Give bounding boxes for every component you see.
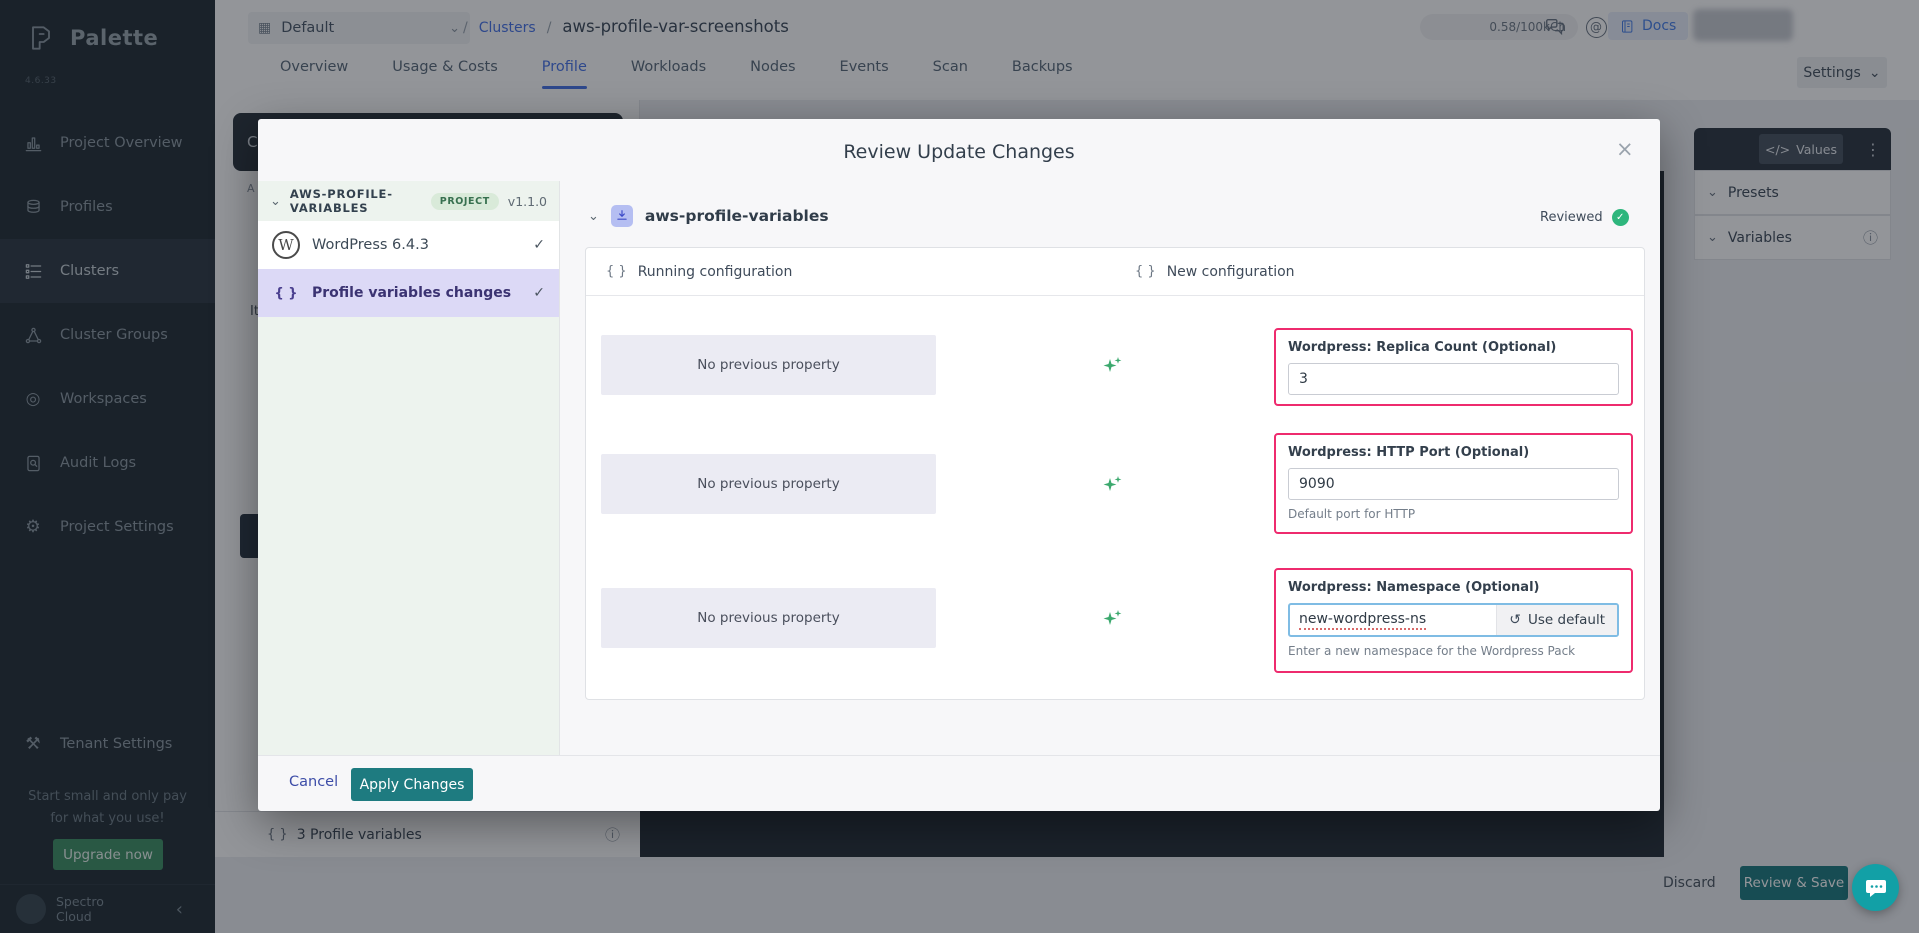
no-previous-property-box: No previous property bbox=[601, 454, 936, 514]
modal-footer-divider bbox=[258, 755, 1660, 756]
pack-section-header[interactable]: ⌄ aws-profile-variables bbox=[588, 205, 829, 227]
history-icon: ↺ bbox=[1509, 612, 1521, 628]
braces-icon: { } bbox=[606, 264, 627, 279]
chevron-down-icon: ⌄ bbox=[588, 209, 599, 224]
modal-item-profile-variables[interactable]: { } Profile variables changes ✓ bbox=[258, 269, 559, 317]
braces-icon: { } bbox=[1135, 264, 1156, 279]
review-update-changes-modal: Review Update Changes × ⌄ AWS-PROFILE-VA… bbox=[258, 119, 1660, 811]
new-configuration-column: { } New configuration bbox=[1115, 264, 1644, 280]
field-label: Wordpress: HTTP Port (Optional) bbox=[1288, 445, 1619, 460]
wordpress-logo-icon: W bbox=[272, 231, 300, 259]
new-value-sparkle-icon bbox=[1100, 354, 1124, 378]
namespace-input[interactable]: new-wordpress-ns ↺ Use default bbox=[1288, 603, 1619, 637]
field-label: Wordpress: Replica Count (Optional) bbox=[1288, 340, 1619, 355]
help-chat-fab[interactable] bbox=[1852, 864, 1899, 911]
field-group-replica-count: Wordpress: Replica Count (Optional) bbox=[1274, 328, 1633, 406]
new-configuration-label: New configuration bbox=[1167, 264, 1295, 280]
diff-columns-header: { } Running configuration { } New config… bbox=[586, 248, 1644, 296]
replica-count-input[interactable] bbox=[1288, 363, 1619, 395]
pack-name: aws-profile-variables bbox=[645, 207, 829, 225]
http-port-input[interactable] bbox=[1288, 468, 1619, 500]
no-previous-property-box: No previous property bbox=[601, 588, 936, 648]
profile-name: AWS-PROFILE-VARIABLES bbox=[290, 187, 422, 215]
field-group-http-port: Wordpress: HTTP Port (Optional) Default … bbox=[1274, 433, 1633, 534]
chevron-down-icon: ⌄ bbox=[270, 194, 281, 209]
pack-item-label: WordPress 6.4.3 bbox=[312, 237, 429, 253]
app-screen: Palette 4.6.33 Project Overview Profiles bbox=[0, 0, 1919, 933]
running-configuration-label: Running configuration bbox=[638, 264, 793, 280]
changes-item-label: Profile variables changes bbox=[312, 285, 511, 301]
check-icon: ✓ bbox=[533, 285, 545, 301]
modal-item-wordpress[interactable]: W WordPress 6.4.3 ✓ bbox=[258, 221, 559, 269]
use-default-button[interactable]: ↺ Use default bbox=[1496, 605, 1617, 635]
chat-bubble-icon bbox=[1864, 876, 1888, 900]
field-group-namespace: Wordpress: Namespace (Optional) new-word… bbox=[1274, 568, 1633, 673]
close-icon[interactable]: × bbox=[1616, 137, 1634, 161]
reviewed-label: Reviewed bbox=[1540, 210, 1603, 225]
check-icon: ✓ bbox=[533, 237, 545, 253]
apply-changes-button[interactable]: Apply Changes bbox=[351, 768, 473, 801]
field-helper-text: Enter a new namespace for the Wordpress … bbox=[1288, 644, 1619, 658]
field-helper-text: Default port for HTTP bbox=[1288, 507, 1619, 521]
namespace-input-value: new-wordpress-ns bbox=[1299, 611, 1426, 630]
no-previous-property-box: No previous property bbox=[601, 335, 936, 395]
new-value-sparkle-icon bbox=[1100, 473, 1124, 497]
new-value-sparkle-icon bbox=[1100, 607, 1124, 631]
modal-left-panel: ⌄ AWS-PROFILE-VARIABLES PROJECT v1.1.0 W… bbox=[258, 181, 560, 755]
use-default-label: Use default bbox=[1528, 612, 1605, 628]
profile-version: v1.1.0 bbox=[508, 194, 547, 209]
pack-import-icon bbox=[611, 205, 633, 227]
configuration-diff-card: { } Running configuration { } New config… bbox=[585, 247, 1645, 700]
check-circle-icon: ✓ bbox=[1612, 209, 1629, 226]
running-configuration-column: { } Running configuration bbox=[586, 264, 1115, 280]
modal-title: Review Update Changes bbox=[258, 141, 1660, 163]
scope-badge: PROJECT bbox=[431, 193, 499, 210]
braces-icon: { } bbox=[272, 286, 300, 301]
cancel-button[interactable]: Cancel bbox=[289, 774, 338, 790]
field-label: Wordpress: Namespace (Optional) bbox=[1288, 580, 1619, 595]
reviewed-status: Reviewed ✓ bbox=[1540, 209, 1629, 226]
profile-accordion-header[interactable]: ⌄ AWS-PROFILE-VARIABLES PROJECT v1.1.0 bbox=[258, 181, 559, 221]
